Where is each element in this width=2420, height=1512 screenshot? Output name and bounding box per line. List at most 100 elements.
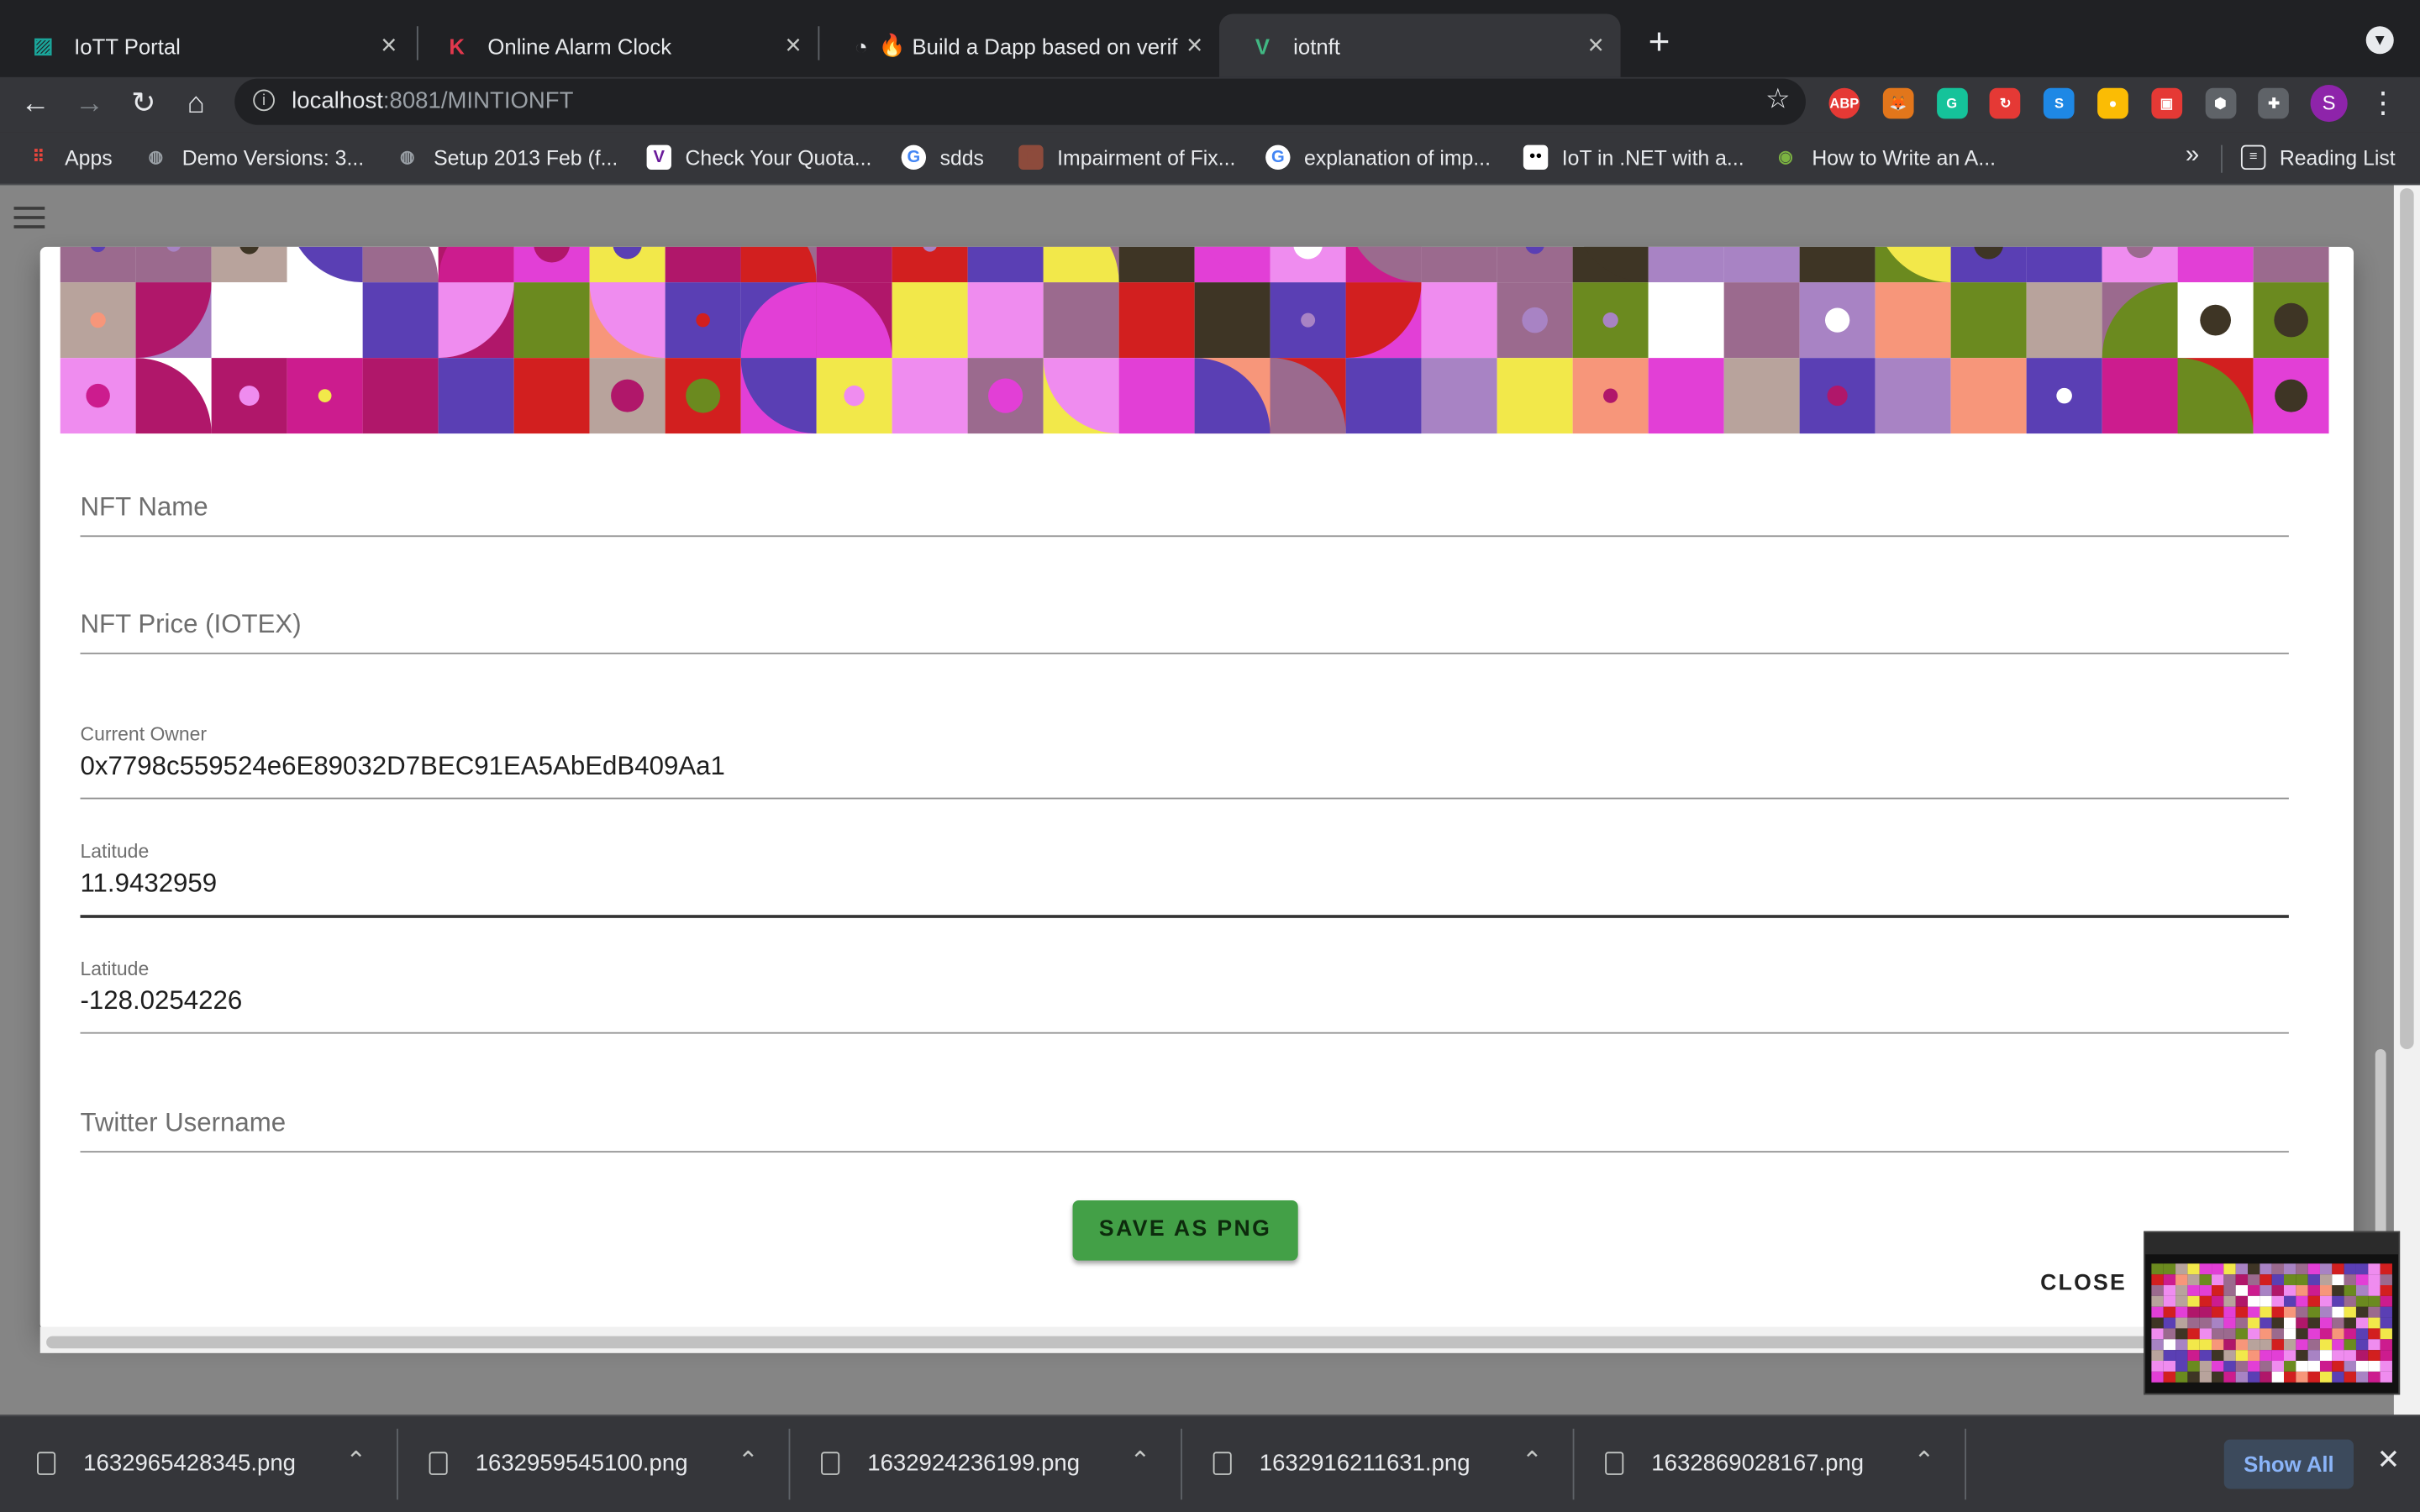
close-tab-icon[interactable]: × <box>373 29 404 62</box>
bookmark-label: IoT in .NET with a... <box>1561 145 1744 170</box>
profile-avatar[interactable]: S <box>2310 85 2348 123</box>
tab-title: Build a Dapp based on verif <box>912 33 1178 58</box>
medium-icon: ●● <box>1523 144 1549 171</box>
grammarly-icon[interactable]: G <box>1936 87 1968 119</box>
bookmarks-overflow-button[interactable]: » <box>2186 142 2199 170</box>
download-item[interactable]: 1632959545100.png ⌃ <box>392 1416 785 1512</box>
url-path: :8081/MINTIONFT <box>382 87 574 114</box>
bookmark-label: Setup 2013 Feb (f... <box>434 145 618 170</box>
google-icon: G <box>1265 144 1291 171</box>
longitude-value: -128.0254226 <box>80 985 243 1016</box>
chevron-up-icon[interactable]: ⌃ <box>345 1446 366 1477</box>
url-text: localhost:8081/MINTIONFT <box>292 88 573 114</box>
chrome-ext-icon[interactable]: ● <box>2097 87 2128 119</box>
new-tab-button[interactable]: + <box>1642 22 1676 65</box>
github-icon[interactable]: ⬢ <box>2204 87 2236 119</box>
download-item[interactable]: 1632916211631.png ⌃ <box>1176 1416 1569 1512</box>
close-tab-icon[interactable]: × <box>778 29 809 62</box>
bookmark-label: How to Write an A... <box>1812 145 1996 170</box>
back-button[interactable]: ← <box>15 85 55 125</box>
browser-menu-icon[interactable]: ⋮ <box>2363 85 2403 125</box>
latitude-label: Latitude <box>80 841 150 863</box>
puzzle-icon[interactable]: ✚ <box>2258 87 2290 119</box>
nft-name-field[interactable]: NFT Name <box>80 468 2289 538</box>
reading-list-button[interactable]: ≡ Reading List <box>2240 144 2396 171</box>
hamburger-menu-icon[interactable] <box>13 207 45 234</box>
chevron-up-icon[interactable]: ⌃ <box>1914 1446 1935 1477</box>
download-filename: 1632965428345.png <box>83 1450 297 1477</box>
metamask-icon[interactable]: 🦊 <box>1882 87 1914 119</box>
longitude-field[interactable]: Latitude -128.0254226 <box>80 958 2289 1034</box>
tab-title: iotnft <box>1293 33 1340 58</box>
twitter-username-field[interactable]: Twitter Username <box>80 1083 2289 1153</box>
reload-button[interactable]: ↻ <box>124 85 164 125</box>
tab-iotnft[interactable]: V iotnft × <box>1219 13 1621 77</box>
bookmark-item[interactable]: V Check Your Quota... <box>646 144 871 171</box>
close-downloads-bar-icon[interactable]: ✕ <box>2377 1444 2401 1477</box>
download-filename: 1632924236199.png <box>867 1450 1081 1477</box>
chevron-up-icon[interactable]: ⌃ <box>1522 1446 1543 1477</box>
tab-iott-portal[interactable]: ▨ IoTT Portal × <box>0 14 413 77</box>
bookmark-item[interactable]: ●● IoT in .NET with a... <box>1523 144 1744 171</box>
nft-generated-artwork <box>60 246 2329 434</box>
download-item[interactable]: 1632965428345.png ⌃ <box>0 1416 392 1512</box>
bookmark-green-icon: ◉ <box>1778 148 1793 167</box>
browser-window: ▨ IoTT Portal × K Online Alarm Clock × ◔… <box>0 0 2420 1512</box>
bookmarks-bar: ⠿ Apps ◍ Demo Versions: 3... ◍ Setup 2013 Feb… <box>0 132 2420 186</box>
page-scrollbar-thumb[interactable] <box>2400 188 2414 1049</box>
chevron-up-icon[interactable]: ⌃ <box>738 1446 759 1477</box>
close-tab-icon[interactable]: × <box>1581 29 1612 62</box>
bookmark-item[interactable]: Gsdds <box>901 144 984 171</box>
tab-online-alarm-clock[interactable]: K Online Alarm Clock × <box>413 14 818 77</box>
adblock-plus-icon[interactable]: ABP <box>1828 87 1860 119</box>
bookmark-item[interactable]: ◍ Setup 2013 Feb (f... <box>395 145 618 170</box>
tab-search-icon[interactable]: ▼ <box>2365 26 2394 55</box>
globe-icon: ◍ <box>400 148 415 167</box>
url-host: localhost <box>292 87 383 114</box>
bookmark-label: sdds <box>939 145 984 170</box>
current-owner-field[interactable]: Current Owner 0x7798c559524e6E89032D7BEC… <box>80 723 2289 800</box>
file-icon <box>37 1452 56 1475</box>
file-icon <box>1605 1452 1624 1475</box>
refresh-ext-icon[interactable]: ↻ <box>1990 87 2022 119</box>
screenshot-preview-thumbnail[interactable] <box>2144 1231 2401 1395</box>
kuku-k-icon: K <box>449 33 465 58</box>
bookmark-item[interactable]: ◍ Demo Versions: 3... <box>144 145 364 170</box>
chevron-up-icon[interactable]: ⌃ <box>1129 1446 1150 1477</box>
show-all-downloads-button[interactable]: Show All <box>2223 1439 2354 1489</box>
home-button[interactable]: ⌂ <box>176 85 216 125</box>
save-as-png-button[interactable]: SAVE AS PNG <box>1072 1200 1298 1261</box>
bookmark-item[interactable]: ◉ How to Write an A... <box>1773 145 1996 170</box>
download-item[interactable]: 1632869028167.png ⌃ <box>1568 1416 1960 1512</box>
current-owner-value: 0x7798c559524e6E89032D7BEC91EA5AbEdB409A… <box>80 751 725 781</box>
tab-title: IoTT Portal <box>74 33 181 58</box>
downloads-bar: 1632965428345.png ⌃ 1632959545100.png ⌃ 1632… <box>0 1415 2420 1512</box>
bookmark-star-icon[interactable]: ☆ <box>1765 83 1791 116</box>
page-scrollbar[interactable] <box>2393 185 2420 1415</box>
bookmark-item[interactable]: ⠿ Apps <box>26 145 113 170</box>
bookmark-label: Impairment of Fix... <box>1057 145 1236 170</box>
tab-build-a-dapp[interactable]: ◔ 🔥 Build a Dapp based on verif × <box>818 14 1219 77</box>
address-bar[interactable]: i localhost:8081/MINTIONFT ☆ <box>234 78 1806 125</box>
longitude-label: Latitude <box>80 958 150 980</box>
file-icon <box>429 1452 448 1475</box>
latitude-value: 11.9432959 <box>80 869 218 898</box>
site-info-icon[interactable]: i <box>253 89 275 112</box>
forward-button[interactable]: → <box>70 85 110 125</box>
horizontal-scrollbar-thumb[interactable] <box>46 1336 2340 1349</box>
latitude-field[interactable]: Latitude 11.9432959 <box>80 841 2289 918</box>
download-item[interactable]: 1632924236199.png ⌃ <box>784 1416 1176 1512</box>
dice-ext-icon[interactable]: ▣ <box>2151 87 2182 119</box>
iott-portal-icon: ▨ <box>33 32 54 57</box>
close-tab-icon[interactable]: × <box>1179 29 1210 62</box>
twitter-username-label: Twitter Username <box>80 1107 287 1137</box>
screenshot-preview-image <box>2145 1232 2399 1383</box>
bookmark-item[interactable]: ▮ Impairment of Fix... <box>1018 144 1236 171</box>
nft-price-field[interactable]: NFT Price (IOTEX) <box>80 585 2289 654</box>
file-icon <box>1213 1452 1232 1475</box>
download-separator <box>1965 1428 1966 1500</box>
close-button[interactable]: CLOSE <box>2040 1271 2127 1295</box>
bookmark-item[interactable]: Gexplanation of imp... <box>1265 144 1491 171</box>
page-content: NFT Name NFT Price (IOTEX) Current Owner… <box>0 185 2394 1415</box>
s-ext-icon[interactable]: S <box>2044 87 2075 119</box>
